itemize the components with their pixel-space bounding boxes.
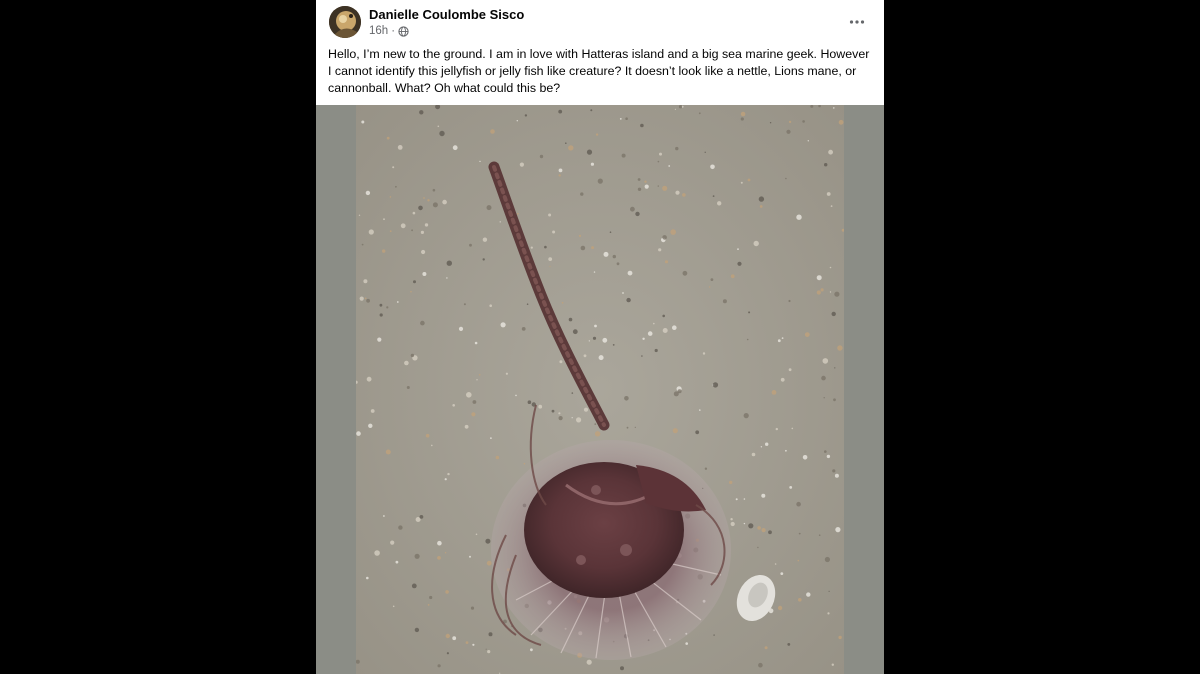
post-card: Danielle Coulombe Sisco 16h · Hello, I’m… <box>316 0 884 674</box>
post-media <box>316 104 884 674</box>
jellyfish-on-sand-photo <box>354 104 845 674</box>
post-meta: 16h · <box>369 25 409 37</box>
post-photo[interactable] <box>354 104 845 674</box>
meta-separator: · <box>391 25 396 37</box>
post-timestamp[interactable]: 16h <box>369 25 388 37</box>
author-name[interactable]: Danielle Coulombe Sisco <box>369 7 524 22</box>
more-options-icon <box>849 20 865 24</box>
more-options-button[interactable] <box>844 10 870 34</box>
post-body-text: Hello, I’m new to the ground. I am in lo… <box>328 47 870 95</box>
globe-icon[interactable] <box>398 25 409 37</box>
author-avatar[interactable] <box>329 6 361 38</box>
avatar-image <box>329 6 361 38</box>
post-header: Danielle Coulombe Sisco 16h · <box>316 0 884 44</box>
